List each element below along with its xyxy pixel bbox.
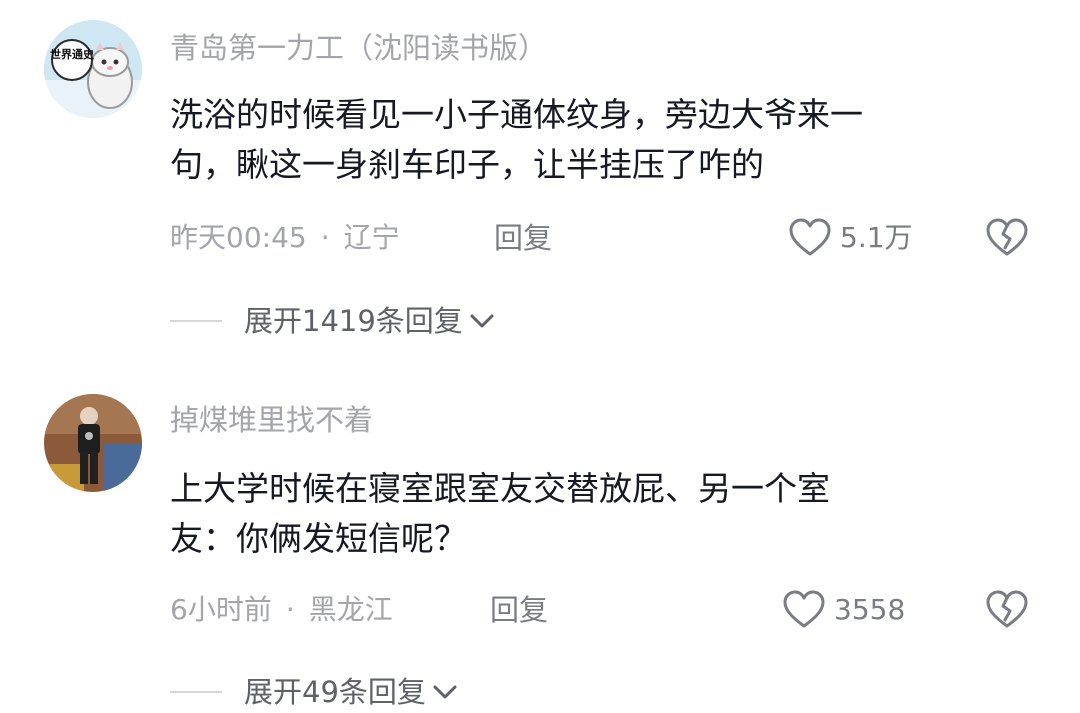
broken-heart-icon — [986, 590, 1028, 628]
avatar-image — [44, 394, 142, 492]
like-count: 3558 — [834, 593, 906, 626]
location: 黑龙江 — [308, 593, 393, 626]
heart-outline-icon — [789, 218, 831, 256]
dislike-button[interactable] — [985, 218, 1029, 262]
username[interactable]: 青岛第一力工（沈阳读书版） — [170, 30, 547, 66]
like-count: 5.1万 — [840, 221, 913, 254]
reply-button[interactable]: 回复 — [490, 592, 548, 628]
avatar-badge-text: 世界通史 — [50, 47, 95, 61]
comment-meta: 6小时前 · 黑龙江 — [170, 592, 393, 628]
divider — [170, 691, 222, 693]
comment-line: 句，瞅这一身刹车印子，让半挂压了咋的 — [170, 145, 764, 184]
avatar[interactable]: 世界通史 — [44, 20, 142, 118]
timestamp: 昨天00:45 — [170, 221, 307, 254]
chevron-down-icon — [470, 314, 494, 328]
comment-text: 洗浴的时候看见一小子通体纹身，旁边大爷来一 句，瞅这一身刹车印子，让半挂压了咋的 — [170, 90, 1050, 190]
like-button[interactable]: 5.1万 — [788, 218, 913, 258]
timestamp: 6小时前 — [170, 593, 272, 626]
comment-line: 上大学时候在寝室跟室友交替放屁、另一个室 — [170, 469, 830, 508]
username[interactable]: 掉煤堆里找不着 — [170, 402, 373, 438]
comment-line: 洗浴的时候看见一小子通体纹身，旁边大爷来一 — [170, 95, 863, 134]
dislike-button[interactable] — [985, 590, 1029, 634]
comment-item: 掉煤堆里找不着 上大学时候在寝室跟室友交替放屁、另一个室 友：你俩发短信呢？ 6… — [0, 360, 1080, 713]
meta-separator: · — [320, 221, 330, 254]
expand-replies-button[interactable]: 展开49条回复 — [170, 674, 458, 710]
chevron-down-icon — [433, 685, 457, 699]
meta-separator: · — [285, 593, 295, 626]
expand-replies-label: 展开49条回复 — [244, 675, 426, 709]
reply-button[interactable]: 回复 — [494, 220, 552, 256]
broken-heart-icon — [986, 218, 1028, 256]
avatar-image: 世界通史 — [44, 20, 142, 118]
expand-replies-button[interactable]: 展开1419条回复 — [170, 303, 495, 339]
avatar[interactable] — [44, 394, 142, 492]
divider — [170, 320, 222, 322]
comment-meta: 昨天00:45 · 辽宁 — [170, 220, 400, 256]
expand-replies-label: 展开1419条回复 — [244, 304, 463, 338]
comment-line: 友：你俩发短信呢？ — [170, 519, 467, 558]
comment-text: 上大学时候在寝室跟室友交替放屁、另一个室 友：你俩发短信呢？ — [170, 464, 1050, 564]
comment-item: 世界通史 青岛第一力工（沈阳读书版） 洗浴的时候看见一小子通体纹身，旁边大爷来一… — [0, 0, 1080, 360]
heart-outline-icon — [783, 590, 825, 628]
location: 辽宁 — [343, 221, 400, 254]
like-button[interactable]: 3558 — [782, 590, 905, 630]
